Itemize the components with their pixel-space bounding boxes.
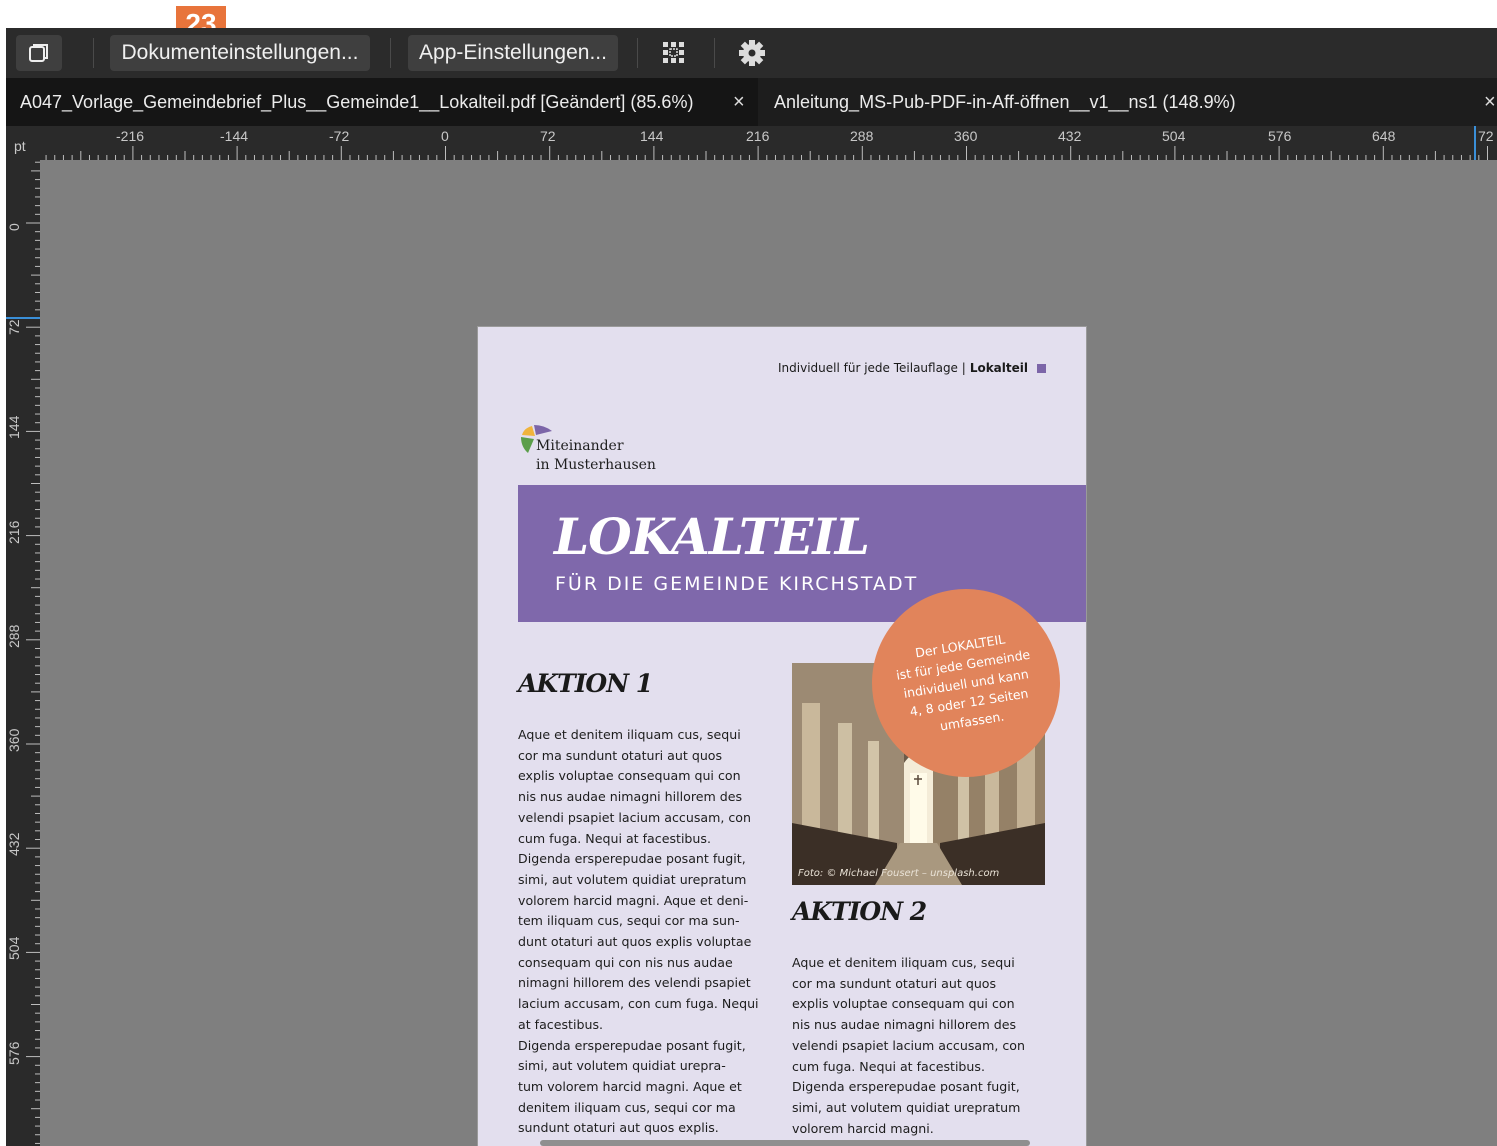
- toolbar-divider: [93, 38, 94, 68]
- document-canvas[interactable]: Individuell für jede Teilauflage | Lokal…: [40, 160, 1497, 1146]
- toolbar-divider: [390, 38, 391, 68]
- tab-lokalteil[interactable]: A047_Vorlage_Gemeindebrief_Plus__Gemeind…: [6, 78, 758, 126]
- app-window: Dokumenteinstellungen... App-Einstellung…: [6, 28, 1497, 1146]
- ruler-tick-label: 216: [746, 128, 770, 144]
- ruler-tick-label: 504: [6, 937, 22, 961]
- gear-icon: [739, 40, 765, 66]
- vertical-ruler[interactable]: 0 72 144 216 288 360 432 504 576: [6, 160, 40, 1146]
- ruler-tick-label: 288: [850, 128, 874, 144]
- window-icon: [29, 44, 48, 62]
- ruler-tick-label: 432: [1058, 128, 1082, 144]
- ruler-position-marker: [1474, 126, 1476, 160]
- ruler-tick-label: 648: [1372, 128, 1396, 144]
- header-text: Individuell für jede Teilauflage |: [778, 361, 966, 375]
- document-page[interactable]: Individuell für jede Teilauflage | Lokal…: [478, 327, 1086, 1146]
- toolbar: Dokumenteinstellungen... App-Einstellung…: [6, 28, 1497, 78]
- ruler-tick-label: 360: [6, 728, 22, 752]
- horizontal-scrollbar[interactable]: [540, 1140, 1030, 1146]
- tab-anleitung[interactable]: Anleitung_MS-Pub-PDF-in-Aff-öffnen__v1__…: [758, 78, 1497, 126]
- tab-label: Anleitung_MS-Pub-PDF-in-Aff-öffnen__v1__…: [774, 91, 1236, 112]
- ruler-tick-label: -144: [220, 128, 249, 144]
- tab-label: A047_Vorlage_Gemeindebrief_Plus__Gemeind…: [20, 91, 694, 112]
- page-header: Individuell für jede Teilauflage | Lokal…: [778, 361, 1046, 375]
- logo-line-1: Miteinander: [536, 438, 624, 454]
- aktion-2-body: Aque et denitem iliquam cus, sequi cor m…: [792, 955, 1025, 1136]
- ruler-tick-label: 72: [540, 128, 556, 144]
- ruler-tick-label: 72: [1478, 128, 1494, 144]
- ruler-tick-label: 216: [6, 520, 22, 544]
- settings-button[interactable]: [730, 35, 774, 71]
- ruler-tick-label: 576: [6, 1041, 22, 1065]
- header-square-icon: [1037, 363, 1046, 373]
- close-icon[interactable]: ×: [733, 91, 745, 114]
- document-settings-button[interactable]: Dokumenteinstellungen...: [110, 35, 370, 71]
- ruler-tick-label: 360: [954, 128, 978, 144]
- header-bold-text: Lokalteil: [969, 361, 1028, 375]
- toolbar-divider: [637, 38, 638, 68]
- logo-line-2: in Musterhausen: [536, 457, 656, 473]
- ruler-tick-label: -72: [329, 128, 350, 144]
- grid-snapping-icon: [663, 42, 684, 63]
- info-circle-text: Der LOKALTEIL ist für jede Gemeinde indi…: [895, 630, 1032, 734]
- ruler-tick-label: 504: [1162, 128, 1186, 144]
- ruler-tick-label: 72: [6, 319, 22, 336]
- ruler-ticks: [26, 161, 40, 1144]
- aktion-1-body: Aque et denitem iliquam cus, sequi cor m…: [518, 727, 759, 1136]
- ruler-tick-label: 0: [441, 128, 449, 144]
- ruler-tick-label: 144: [640, 128, 664, 144]
- app-settings-button[interactable]: App-Einstellungen...: [408, 35, 618, 71]
- horizontal-ruler[interactable]: pt -216 -144 -72 0 72 144 216 288 360 43…: [6, 126, 1497, 160]
- toolbar-divider: [714, 38, 715, 68]
- aktion-2-heading: AKTION 2: [792, 897, 927, 926]
- studio-panels-button[interactable]: [16, 35, 62, 71]
- document-tab-bar: A047_Vorlage_Gemeindebrief_Plus__Gemeind…: [6, 78, 1497, 126]
- banner-title: LOKALTEIL: [554, 507, 870, 566]
- close-icon[interactable]: ×: [1484, 91, 1496, 114]
- ruler-tick-label: 0: [6, 223, 22, 231]
- banner-subtitle: FÜR DIE GEMEINDE KIRCHSTADT: [555, 573, 919, 595]
- photo-caption: Foto: © Michael Fousert – unsplash.com: [798, 868, 1000, 879]
- snapping-button[interactable]: [652, 35, 696, 71]
- ruler-tick-label: 144: [6, 416, 22, 440]
- ruler-tick-label: 432: [6, 832, 22, 857]
- ruler-tick-label: -216: [116, 128, 145, 144]
- logo-text: Miteinander in Musterhausen: [536, 437, 656, 475]
- ruler-tick-label: 288: [6, 624, 22, 648]
- aktion-1-heading: AKTION 1: [518, 669, 653, 698]
- ruler-tick-label: 576: [1268, 128, 1292, 144]
